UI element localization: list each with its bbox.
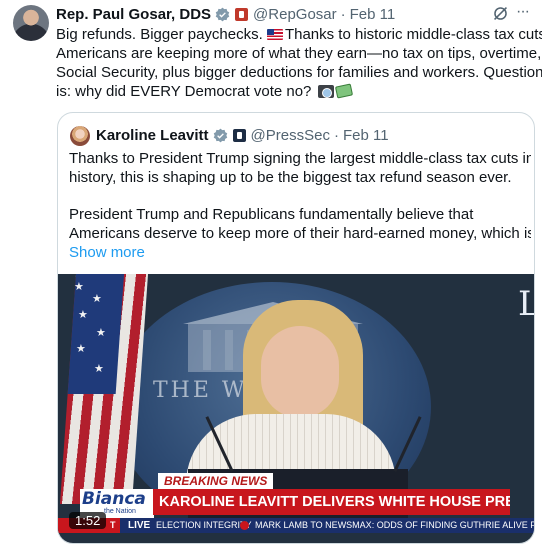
verified-badge-icon — [215, 7, 230, 21]
show-more-link[interactable]: Show more — [69, 243, 531, 262]
quoted-author-name[interactable]: Karoline Leavitt — [96, 127, 209, 144]
ticker-item: ELECTION INTEGRITY — [156, 520, 252, 530]
quoted-text-line: Thanks to President Trump signing the la… — [69, 150, 531, 167]
quoted-text-line: history, this is shaping up to be the bi… — [69, 169, 512, 186]
author-handle[interactable]: @RepGosar — [253, 6, 337, 23]
backdrop-letter: L — [518, 284, 534, 324]
us-flag-emoji — [266, 29, 283, 40]
network-logo-subtext: the Nation — [104, 508, 136, 515]
avatar[interactable] — [13, 5, 49, 41]
news-headline: KAROLINE LEAVITT DELIVERS WHITE HOUSE PR… — [153, 489, 510, 515]
ticker-separator — [240, 521, 249, 530]
post-text-line: is: why did EVERY Democrat vote no? — [56, 82, 538, 101]
news-ticker: T LIVE ELECTION INTEGRITY MARK LAMB TO N… — [58, 518, 535, 533]
flag-star: ★ — [96, 327, 106, 339]
flag-star: ★ — [78, 309, 88, 321]
video-player[interactable]: THE W HOUSE L ★ ★ ★ ★ ★ ★ BREAKING NEWS … — [58, 274, 535, 543]
separator-dot: · — [333, 126, 339, 144]
flag-star: ★ — [92, 293, 102, 305]
more-icon[interactable]: ··· — [516, 3, 530, 21]
post-text-line: Americans are keeping more of what they … — [56, 45, 542, 62]
money-emoji — [334, 83, 353, 99]
ticker-live-label: LIVE — [128, 520, 151, 531]
post-text-line: Big refunds. Bigger paychecks. Thanks to… — [56, 26, 542, 43]
post-date[interactable]: Feb 11 — [350, 6, 396, 23]
grok-icon[interactable] — [492, 5, 509, 22]
breaking-news-label: BREAKING NEWS — [158, 473, 274, 489]
quoted-post-date[interactable]: Feb 11 — [343, 127, 389, 144]
separator-dot: · — [340, 5, 346, 23]
network-logo-text: Bianca — [82, 489, 146, 509]
quoted-author-handle[interactable]: @PressSec — [251, 127, 330, 144]
quoted-text-line: President Trump and Republicans fundamen… — [69, 206, 474, 223]
camera-emoji — [317, 85, 334, 98]
verified-badge-icon — [213, 128, 227, 142]
quoted-post-text: Thanks to President Trump signing the la… — [69, 149, 531, 262]
video-duration: 1:52 — [69, 512, 107, 529]
post-header: Rep. Paul Gosar, DDS @RepGosar · Feb 11 — [56, 4, 395, 24]
ticker-letter: T — [110, 520, 116, 530]
flag-star: ★ — [94, 363, 104, 375]
flag-star: ★ — [74, 281, 84, 293]
flag-star: ★ — [76, 343, 86, 355]
quoted-text-line: Americans deserve to keep more of their … — [69, 225, 531, 242]
news-lower-third: BREAKING NEWS Bianca the Nation KAROLINE… — [58, 470, 535, 543]
government-badge-icon — [235, 7, 249, 21]
post-text-line: Social Security, plus bigger deductions … — [56, 64, 542, 81]
quoted-post-header: Karoline Leavitt @PressSec · Feb 11 — [96, 125, 389, 145]
speaker-face — [261, 326, 339, 418]
quoted-post[interactable]: Karoline Leavitt @PressSec · Feb 11 Than… — [57, 112, 535, 544]
ticker-item: MARK LAMB TO NEWSMAX: ODDS OF FINDING GU… — [255, 520, 535, 530]
author-name[interactable]: Rep. Paul Gosar, DDS — [56, 6, 211, 23]
government-badge-icon — [232, 128, 246, 142]
post-text: Big refunds. Bigger paychecks. Thanks to… — [56, 25, 542, 101]
quoted-avatar[interactable] — [70, 126, 90, 146]
